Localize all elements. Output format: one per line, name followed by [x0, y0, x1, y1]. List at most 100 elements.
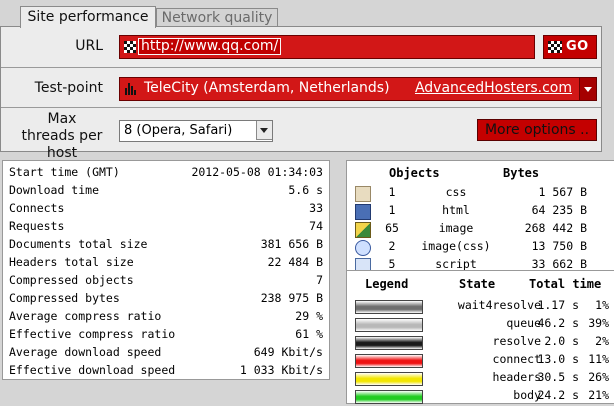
building-icon: [125, 83, 137, 95]
stats-value: 5.6 s: [288, 183, 323, 197]
legend-state: headers: [492, 370, 541, 384]
object-count: 1: [388, 185, 396, 199]
legend-percent: 26%: [588, 370, 609, 384]
legend-color-swatch: [355, 318, 423, 332]
legend-color-swatch: [355, 354, 423, 368]
stats-key: Download time: [9, 183, 100, 197]
stats-value: 381 656 B: [260, 237, 323, 251]
css-file-icon: [355, 186, 371, 202]
object-count: 1: [388, 203, 396, 217]
legend-color-swatch: [355, 336, 423, 350]
legend-percent: 1%: [595, 298, 609, 312]
object-count: 2: [388, 239, 396, 253]
stats-key: Compressed bytes: [9, 291, 120, 305]
stats-value: 61 %: [295, 327, 323, 341]
object-count: 65: [385, 221, 399, 235]
url-input[interactable]: http://www.qq.com/: [119, 35, 535, 59]
html-file-icon: [355, 204, 371, 220]
legend-time: 1.17 s: [537, 298, 579, 312]
legend-row: resolve 2.0 s 2%: [347, 334, 614, 352]
testpoint-label: Test-point: [34, 80, 103, 96]
stats-row: Effective download speed 1 033 Kbit/s: [9, 363, 323, 381]
legend-row: body 24.2 s 21%: [347, 388, 614, 406]
legend-row: headers 30.5 s 26%: [347, 370, 614, 388]
stats-table: Start time (GMT) 2012-05-08 01:34:03 Downl…: [2, 160, 330, 380]
stats-row: Compressed bytes 238 975 B: [9, 291, 323, 309]
tab-site-performance[interactable]: Site performance: [20, 6, 156, 28]
stats-value: 238 975 B: [260, 291, 323, 305]
threads-value: 8 (Opera, Safari): [124, 123, 233, 138]
object-bytes: 13 750 B: [531, 239, 587, 253]
divider: [1, 107, 601, 108]
go-button[interactable]: GO: [543, 35, 597, 59]
legend-percent: 11%: [588, 352, 609, 366]
object-bytes: 64 235 B: [531, 203, 587, 217]
legend-color-swatch: [355, 372, 423, 386]
threads-label: Max threads per host: [21, 111, 103, 161]
stats-row: Effective compress ratio 61 %: [9, 327, 323, 345]
stats-key: Start time (GMT): [9, 165, 120, 179]
legend-row: queue 46.2 s 39%: [347, 316, 614, 334]
legend-time: 2.0 s: [544, 334, 579, 348]
object-bytes: 1 567 B: [538, 185, 587, 199]
stats-key: Average compress ratio: [9, 309, 162, 323]
stats-key: Requests: [9, 219, 65, 233]
stats-key: Compressed objects: [9, 273, 134, 287]
stats-row: Download time 5.6 s: [9, 183, 323, 201]
legend-time: 24.2 s: [537, 388, 579, 402]
testpoint-value: TeleCity (Amsterdam, Netherlands): [144, 80, 390, 96]
stats-row: Start time (GMT) 2012-05-08 01:34:03: [9, 165, 323, 183]
stats-value: 29 %: [295, 309, 323, 323]
legend-percent: 2%: [595, 334, 609, 348]
legend-state: connect: [492, 352, 541, 366]
go-button-label: GO: [566, 39, 589, 54]
stats-value: 22 484 B: [267, 255, 323, 269]
legend-table: Legend State Total time wait4resolve 1.17…: [346, 270, 614, 404]
object-type: script: [435, 257, 477, 271]
checkered-flag-icon: [548, 41, 562, 53]
legend-time: 13.0 s: [537, 352, 579, 366]
objects-row: 1 css 1 567 B: [347, 185, 614, 203]
legend-state: body: [513, 388, 541, 402]
stats-row: Documents total size 381 656 B: [9, 237, 323, 255]
legend-color-swatch: [355, 300, 423, 314]
stats-key: Documents total size: [9, 237, 148, 251]
objects-row: 1 html 64 235 B: [347, 203, 614, 221]
more-options-button[interactable]: More options ..: [477, 119, 597, 141]
testpoint-host-link[interactable]: AdvancedHosters.com: [415, 80, 572, 96]
legend-state: wait4resolve: [457, 298, 541, 312]
state-header: State: [459, 277, 496, 291]
legend-row: connect 13.0 s 11%: [347, 352, 614, 370]
image-file-icon: [355, 222, 371, 238]
url-label: URL: [75, 38, 103, 54]
chevron-down-icon[interactable]: [579, 78, 596, 100]
total-time-header: Total time: [529, 277, 602, 291]
stats-row: Average compress ratio 29 %: [9, 309, 323, 327]
tab-network-quality[interactable]: Network quality: [156, 8, 278, 27]
stats-key: Effective compress ratio: [9, 327, 176, 341]
threads-select[interactable]: 8 (Opera, Safari): [119, 120, 273, 142]
testpoint-select[interactable]: TeleCity (Amsterdam, Netherlands) Advanc…: [119, 77, 597, 101]
stats-key: Effective download speed: [9, 363, 176, 377]
objects-table: Objects Bytes 1 css 1 567 B 1 html 64 235 B 65…: [346, 160, 614, 274]
object-type: image: [438, 221, 474, 235]
chevron-down-icon[interactable]: [256, 121, 272, 140]
object-bytes: 268 442 B: [524, 221, 587, 235]
objects-header: Objects: [389, 166, 440, 180]
stats-value: 2012-05-08 01:34:03: [191, 165, 323, 179]
objects-row: 65 image 268 442 B: [347, 221, 614, 239]
stats-row: Headers total size 22 484 B: [9, 255, 323, 273]
checkered-flag-icon: [124, 41, 136, 53]
settings-panel: URL http://www.qq.com/ GO Test-point Tel…: [0, 26, 602, 161]
object-type: css: [445, 185, 467, 199]
stats-value: 1 033 Kbit/s: [239, 363, 323, 377]
image-css-icon: [355, 240, 371, 256]
stats-value: 7: [316, 273, 323, 287]
stats-value: 74: [309, 219, 323, 233]
object-type: html: [442, 203, 470, 217]
stats-row: Compressed objects 7: [9, 273, 323, 291]
legend-time: 46.2 s: [537, 316, 579, 330]
legend-percent: 21%: [588, 388, 609, 402]
stats-key: Headers total size: [9, 255, 134, 269]
legend-row: wait4resolve 1.17 s 1%: [347, 298, 614, 316]
